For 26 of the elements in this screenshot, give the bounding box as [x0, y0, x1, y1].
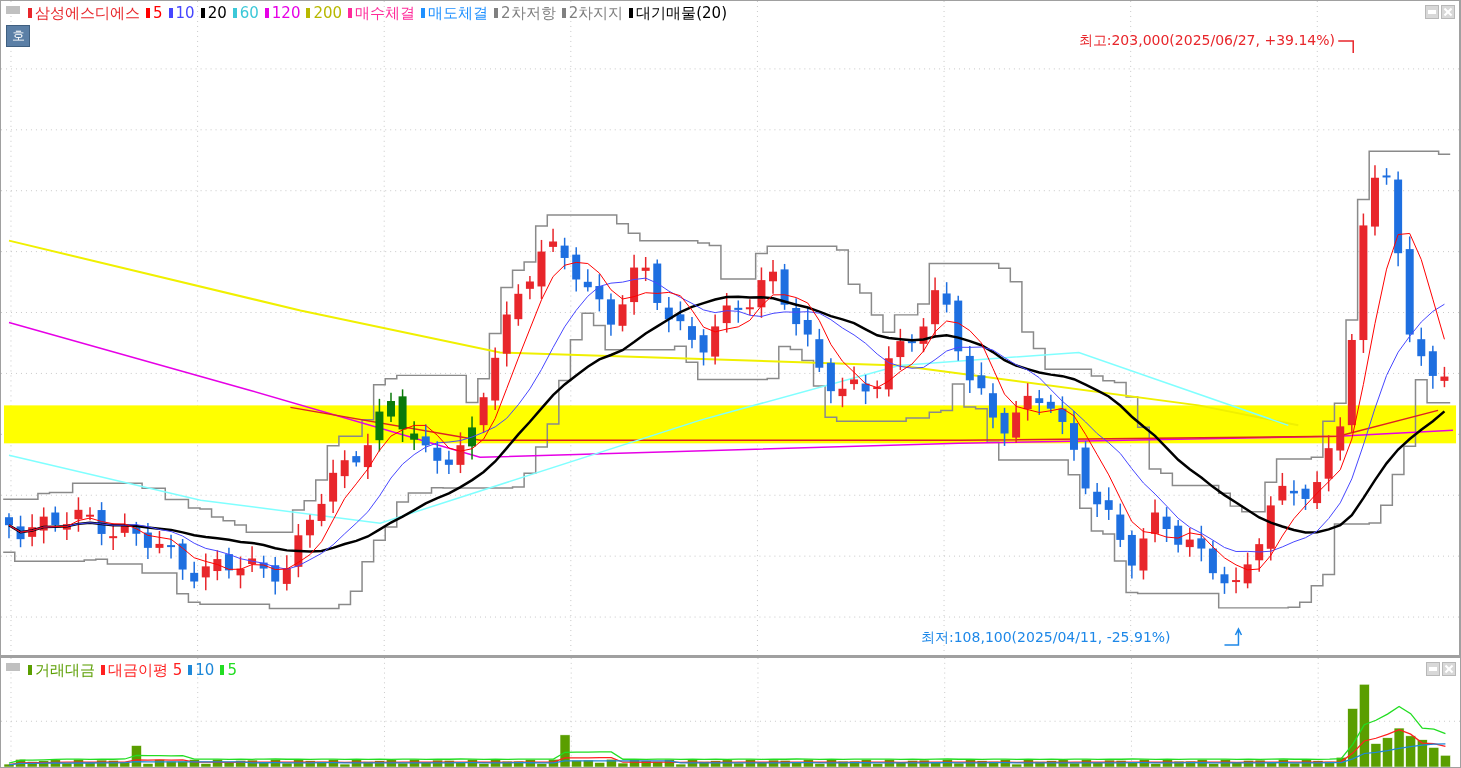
- legend-label[interactable]: 5: [153, 4, 163, 22]
- mode-button[interactable]: 호: [6, 25, 30, 47]
- panel-menu-icon[interactable]: [6, 663, 20, 671]
- panel-menu-icon[interactable]: [6, 6, 20, 14]
- legend-label[interactable]: 삼성에스디에스: [35, 4, 140, 22]
- leader-line: [1337, 40, 1354, 54]
- panel-restore-icon[interactable]: [1425, 5, 1439, 19]
- legend-label[interactable]: 20: [207, 4, 227, 22]
- legend-label[interactable]: 매도체결: [428, 4, 489, 22]
- close-icon[interactable]: [1442, 662, 1456, 676]
- close-icon[interactable]: [1441, 5, 1455, 19]
- legend-label[interactable]: 대기매물(20): [636, 4, 727, 22]
- legend-label[interactable]: 매수체결: [355, 4, 416, 22]
- legend-label[interactable]: 10: [195, 661, 215, 679]
- legend-label[interactable]: 10: [175, 4, 195, 22]
- legend-label[interactable]: 60: [239, 4, 259, 22]
- panel-restore-icon[interactable]: [1426, 662, 1440, 676]
- high-price-label: 최고:203,000(2025/06/27, +39.14%): [1078, 32, 1335, 50]
- legend-label[interactable]: 200: [313, 4, 343, 22]
- legend-label[interactable]: 대금이평 5: [108, 661, 183, 679]
- legend-label[interactable]: 2차저항: [501, 4, 556, 22]
- leader-line: [1223, 627, 1243, 646]
- legend-label[interactable]: 120: [271, 4, 301, 22]
- legend-label[interactable]: 거래대금: [35, 661, 95, 679]
- legend-label[interactable]: 2차지지: [568, 4, 624, 22]
- low-price-label: 최저:108,100(2025/04/11, -25.91%): [921, 629, 1171, 647]
